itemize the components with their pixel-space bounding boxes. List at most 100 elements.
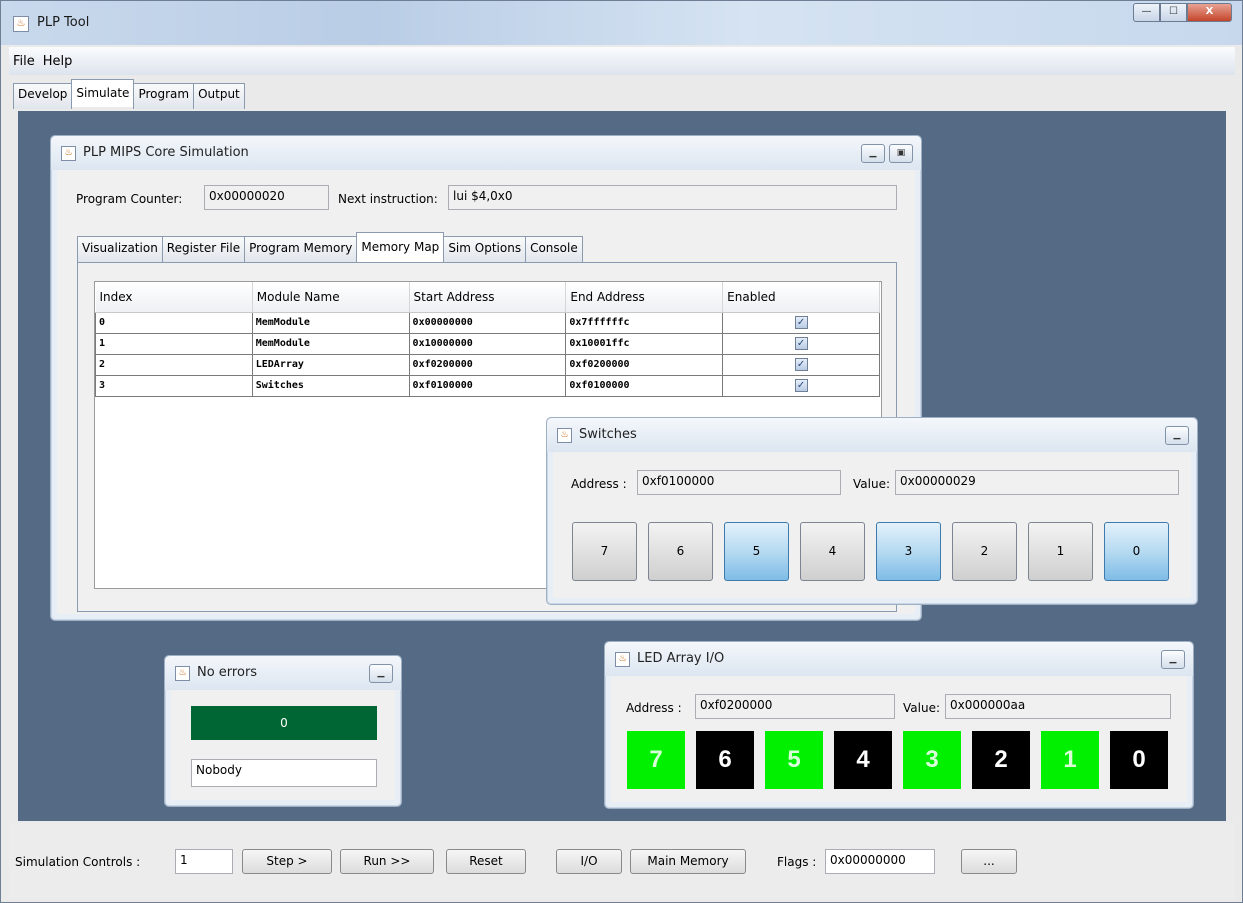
reset-button[interactable]: Reset — [446, 849, 526, 874]
led-7: 7 — [627, 731, 685, 789]
errors-titlebar[interactable]: ♨ No errors ▁ — [165, 656, 401, 690]
tab-simulate[interactable]: Simulate — [71, 79, 135, 107]
frame-minimize-button[interactable]: ▁ — [1165, 426, 1189, 445]
cell-index[interactable]: 0 — [95, 311, 253, 334]
enabled-checkbox[interactable]: ✓ — [794, 316, 808, 329]
led-2: 2 — [972, 731, 1030, 789]
tab-memory-map[interactable]: Memory Map — [356, 232, 445, 262]
title-bar[interactable]: ♨ PLP Tool — ☐ X — [1, 1, 1242, 45]
tab-register-file[interactable]: Register File — [161, 236, 246, 262]
table-row[interactable]: 1 MemModule 0x10000000 0x10001ffc ✓ — [95, 332, 880, 355]
step-button[interactable]: Step > — [242, 849, 332, 874]
cell-end[interactable]: 0xf0200000 — [565, 353, 724, 376]
led-0: 0 — [1110, 731, 1168, 789]
cell-end[interactable]: 0x10001ffc — [565, 332, 724, 355]
plp-tool-window: ♨ PLP Tool — ☐ X File Help Develop Simul… — [0, 0, 1243, 903]
cell-module[interactable]: Switches — [251, 374, 410, 397]
tab-sim-options[interactable]: Sim Options — [443, 236, 527, 262]
cell-start[interactable]: 0x00000000 — [408, 311, 567, 334]
column-header-start-address[interactable]: Start Address — [409, 282, 567, 313]
cell-start[interactable]: 0xf0200000 — [408, 353, 567, 376]
tab-program[interactable]: Program — [133, 83, 195, 109]
switch-4-button[interactable]: 4 — [800, 522, 865, 581]
io-button[interactable]: I/O — [556, 849, 622, 874]
switches-titlebar[interactable]: ♨ Switches ▁ — [547, 418, 1197, 452]
simulation-controls-label: Simulation Controls : — [15, 855, 141, 869]
flags-field: 0x00000000 — [825, 849, 935, 874]
enabled-checkbox[interactable]: ✓ — [794, 337, 808, 350]
close-button[interactable]: X — [1187, 3, 1232, 22]
column-header-index[interactable]: Index — [95, 282, 253, 313]
main-memory-button[interactable]: Main Memory — [630, 849, 746, 874]
switch-3-button[interactable]: 3 — [876, 522, 941, 581]
switches-address-label: Address : — [571, 477, 627, 491]
table-row[interactable]: 0 MemModule 0x00000000 0x7ffffffc ✓ — [95, 311, 880, 334]
tab-visualization[interactable]: Visualization — [77, 236, 163, 262]
tab-program-memory[interactable]: Program Memory — [244, 236, 358, 262]
menu-file[interactable]: File — [13, 54, 35, 69]
frame-maximize-button[interactable]: ▣ — [889, 144, 913, 163]
more-button[interactable]: ... — [961, 849, 1017, 874]
cell-start[interactable]: 0xf0100000 — [408, 374, 567, 397]
frame-minimize-button[interactable]: ▁ — [369, 664, 393, 683]
cell-end[interactable]: 0x7ffffffc — [565, 311, 724, 334]
led-6: 6 — [696, 731, 754, 789]
java-frame-icon: ♨ — [557, 428, 572, 443]
cell-index[interactable]: 3 — [95, 374, 253, 397]
sim-tab-strip: Visualization Register File Program Memo… — [77, 232, 583, 262]
switches-frame: ♨ Switches ▁ Address : 0xf0100000 Value:… — [546, 417, 1198, 605]
switch-5-button[interactable]: 5 — [724, 522, 789, 581]
steps-input[interactable]: 1 — [175, 849, 233, 874]
menu-help[interactable]: Help — [43, 54, 73, 69]
table-row[interactable]: 3 Switches 0xf0100000 0xf0100000 ✓ — [95, 374, 880, 397]
java-frame-icon: ♨ — [175, 666, 190, 681]
leds-value-label: Value: — [903, 701, 940, 715]
enabled-checkbox[interactable]: ✓ — [794, 358, 808, 371]
pc-label: Program Counter: — [76, 192, 183, 206]
run-button[interactable]: Run >> — [340, 849, 434, 874]
cell-module[interactable]: MemModule — [251, 332, 410, 355]
memory-map-table: Index Module Name Start Address End Addr… — [95, 282, 880, 397]
cell-start[interactable]: 0x10000000 — [408, 332, 567, 355]
java-frame-icon: ♨ — [61, 146, 76, 161]
core-simulation-titlebar[interactable]: ♨ PLP MIPS Core Simulation ▁ ▣ — [51, 136, 921, 170]
switch-1-button[interactable]: 1 — [1028, 522, 1093, 581]
maximize-button[interactable]: ☐ — [1160, 3, 1187, 22]
cell-enabled[interactable]: ✓ — [722, 353, 880, 376]
menu-bar: File Help — [9, 47, 1235, 75]
cell-enabled[interactable]: ✓ — [722, 311, 880, 334]
cell-index[interactable]: 2 — [95, 353, 253, 376]
switch-0-button[interactable]: 0 — [1104, 522, 1169, 581]
cell-module[interactable]: MemModule — [251, 311, 410, 334]
tab-console[interactable]: Console — [525, 236, 583, 262]
switch-7-button[interactable]: 7 — [572, 522, 637, 581]
cell-index[interactable]: 1 — [95, 332, 253, 355]
led-array-titlebar[interactable]: ♨ LED Array I/O ▁ — [605, 642, 1193, 676]
cell-enabled[interactable]: ✓ — [722, 374, 880, 397]
switches-value-label: Value: — [853, 477, 890, 491]
enabled-checkbox[interactable]: ✓ — [794, 379, 808, 392]
cell-module[interactable]: LEDArray — [251, 353, 410, 376]
led-array-body: Address : 0xf0200000 Value: 0x000000aa 7… — [611, 676, 1187, 802]
error-author-field: Nobody — [191, 759, 377, 787]
cell-enabled[interactable]: ✓ — [722, 332, 880, 355]
column-header-end-address[interactable]: End Address — [565, 282, 724, 313]
switch-6-button[interactable]: 6 — [648, 522, 713, 581]
minimize-button[interactable]: — — [1133, 3, 1160, 22]
tab-develop[interactable]: Develop — [13, 83, 73, 109]
errors-frame: ♨ No errors ▁ 0 Nobody — [164, 655, 402, 807]
window-title: PLP Tool — [37, 15, 90, 30]
led-1: 1 — [1041, 731, 1099, 789]
frame-minimize-button[interactable]: ▁ — [861, 144, 885, 163]
switches-address-field: 0xf0100000 — [637, 470, 841, 495]
column-header-enabled[interactable]: Enabled — [722, 282, 880, 313]
column-header-module-name[interactable]: Module Name — [252, 282, 410, 313]
switch-2-button[interactable]: 2 — [952, 522, 1017, 581]
cell-end[interactable]: 0xf0100000 — [565, 374, 724, 397]
tab-output[interactable]: Output — [193, 83, 245, 109]
switches-value-field: 0x00000029 — [895, 470, 1179, 495]
frame-minimize-button[interactable]: ▁ — [1161, 650, 1185, 669]
simulation-desktop: ♨ PLP MIPS Core Simulation ▁ ▣ Program C… — [18, 111, 1226, 821]
led-4: 4 — [834, 731, 892, 789]
table-row[interactable]: 2 LEDArray 0xf0200000 0xf0200000 ✓ — [95, 353, 880, 376]
